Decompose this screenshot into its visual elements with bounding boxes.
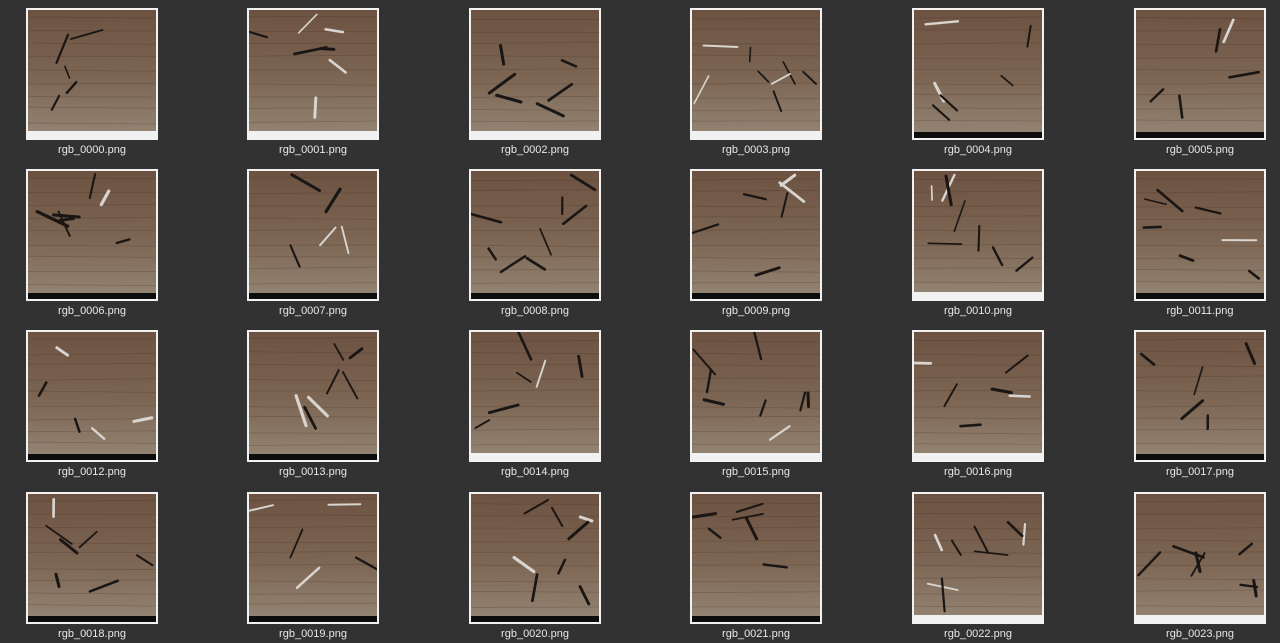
file-item[interactable]: rgb_0005.png xyxy=(1134,8,1266,164)
file-item[interactable]: rgb_0021.png xyxy=(690,492,822,643)
image-thumbnail[interactable] xyxy=(469,169,601,301)
thumbnail-image xyxy=(249,171,377,299)
image-thumbnail[interactable] xyxy=(469,492,601,624)
thumbnail-image xyxy=(28,332,156,460)
file-item[interactable]: rgb_0002.png xyxy=(469,8,601,164)
file-name-label: rgb_0008.png xyxy=(501,305,569,317)
thumbnail-image xyxy=(914,494,1042,622)
file-name-label: rgb_0013.png xyxy=(279,466,347,478)
thumbnail-image xyxy=(28,171,156,299)
image-thumbnail[interactable] xyxy=(26,492,158,624)
file-item[interactable]: rgb_0009.png xyxy=(690,169,822,325)
image-thumbnail[interactable] xyxy=(690,8,822,140)
file-name-label: rgb_0021.png xyxy=(722,628,790,640)
file-item[interactable]: rgb_0017.png xyxy=(1134,330,1266,486)
file-item[interactable]: rgb_0001.png xyxy=(247,8,379,164)
file-item[interactable]: rgb_0016.png xyxy=(912,330,1044,486)
file-name-label: rgb_0009.png xyxy=(722,305,790,317)
file-item[interactable]: rgb_0015.png xyxy=(690,330,822,486)
file-name-label: rgb_0022.png xyxy=(944,628,1012,640)
file-item[interactable]: rgb_0010.png xyxy=(912,169,1044,325)
file-name-label: rgb_0018.png xyxy=(58,628,126,640)
thumbnail-image xyxy=(914,10,1042,138)
file-item[interactable]: rgb_0013.png xyxy=(247,330,379,486)
image-thumbnail[interactable] xyxy=(1134,330,1266,462)
image-thumbnail[interactable] xyxy=(469,330,601,462)
file-item[interactable]: rgb_0003.png xyxy=(690,8,822,164)
image-thumbnail[interactable] xyxy=(690,492,822,624)
image-thumbnail[interactable] xyxy=(690,330,822,462)
thumbnail-image xyxy=(1136,10,1264,138)
thumbnail-image xyxy=(692,171,820,299)
thumbnail-image xyxy=(692,10,820,138)
image-thumbnail[interactable] xyxy=(26,8,158,140)
image-thumbnail[interactable] xyxy=(912,330,1044,462)
image-thumbnail[interactable] xyxy=(247,169,379,301)
thumbnail-image xyxy=(692,332,820,460)
thumbnail-image xyxy=(249,332,377,460)
file-name-label: rgb_0011.png xyxy=(1166,305,1234,317)
thumbnail-image xyxy=(471,171,599,299)
file-name-label: rgb_0014.png xyxy=(501,466,569,478)
thumbnail-image xyxy=(1136,171,1264,299)
file-name-label: rgb_0012.png xyxy=(58,466,126,478)
thumbnail-image xyxy=(471,494,599,622)
image-thumbnail[interactable] xyxy=(912,8,1044,140)
image-thumbnail[interactable] xyxy=(1134,8,1266,140)
file-name-label: rgb_0002.png xyxy=(501,144,569,156)
image-thumbnail[interactable] xyxy=(26,330,158,462)
file-name-label: rgb_0015.png xyxy=(722,466,790,478)
image-thumbnail[interactable] xyxy=(1134,169,1266,301)
file-item[interactable]: rgb_0008.png xyxy=(469,169,601,325)
thumbnail-image xyxy=(471,332,599,460)
file-name-label: rgb_0007.png xyxy=(279,305,347,317)
file-item[interactable]: rgb_0020.png xyxy=(469,492,601,643)
file-name-label: rgb_0004.png xyxy=(944,144,1012,156)
file-thumbnail-grid: rgb_0000.png rgb_0001.png rgb_0002.png rgb_… xyxy=(0,0,1280,643)
file-name-label: rgb_0019.png xyxy=(279,628,347,640)
file-name-label: rgb_0017.png xyxy=(1166,466,1234,478)
file-name-label: rgb_0003.png xyxy=(722,144,790,156)
image-thumbnail[interactable] xyxy=(247,8,379,140)
image-thumbnail[interactable] xyxy=(912,169,1044,301)
file-name-label: rgb_0005.png xyxy=(1166,144,1234,156)
file-item[interactable]: rgb_0011.png xyxy=(1134,169,1266,325)
thumbnail-image xyxy=(1136,494,1264,622)
file-name-label: rgb_0000.png xyxy=(58,144,126,156)
image-thumbnail[interactable] xyxy=(247,492,379,624)
file-item[interactable]: rgb_0012.png xyxy=(26,330,158,486)
file-name-label: rgb_0016.png xyxy=(944,466,1012,478)
image-thumbnail[interactable] xyxy=(690,169,822,301)
image-thumbnail[interactable] xyxy=(912,492,1044,624)
thumbnail-image xyxy=(914,332,1042,460)
file-item[interactable]: rgb_0004.png xyxy=(912,8,1044,164)
file-item[interactable]: rgb_0007.png xyxy=(247,169,379,325)
image-thumbnail[interactable] xyxy=(26,169,158,301)
file-item[interactable]: rgb_0022.png xyxy=(912,492,1044,643)
thumbnail-image xyxy=(28,10,156,138)
thumbnail-image xyxy=(692,494,820,622)
thumbnail-image xyxy=(249,10,377,138)
thumbnail-image xyxy=(914,171,1042,299)
file-item[interactable]: rgb_0014.png xyxy=(469,330,601,486)
image-thumbnail[interactable] xyxy=(1134,492,1266,624)
file-item[interactable]: rgb_0023.png xyxy=(1134,492,1266,643)
file-name-label: rgb_0010.png xyxy=(944,305,1012,317)
thumbnail-image xyxy=(249,494,377,622)
file-item[interactable]: rgb_0006.png xyxy=(26,169,158,325)
thumbnail-image xyxy=(471,10,599,138)
file-item[interactable]: rgb_0018.png xyxy=(26,492,158,643)
file-name-label: rgb_0023.png xyxy=(1166,628,1234,640)
file-item[interactable]: rgb_0019.png xyxy=(247,492,379,643)
thumbnail-image xyxy=(1136,332,1264,460)
file-name-label: rgb_0006.png xyxy=(58,305,126,317)
thumbnail-image xyxy=(28,494,156,622)
file-name-label: rgb_0001.png xyxy=(279,144,347,156)
image-thumbnail[interactable] xyxy=(469,8,601,140)
image-thumbnail[interactable] xyxy=(247,330,379,462)
file-name-label: rgb_0020.png xyxy=(501,628,569,640)
file-item[interactable]: rgb_0000.png xyxy=(26,8,158,164)
